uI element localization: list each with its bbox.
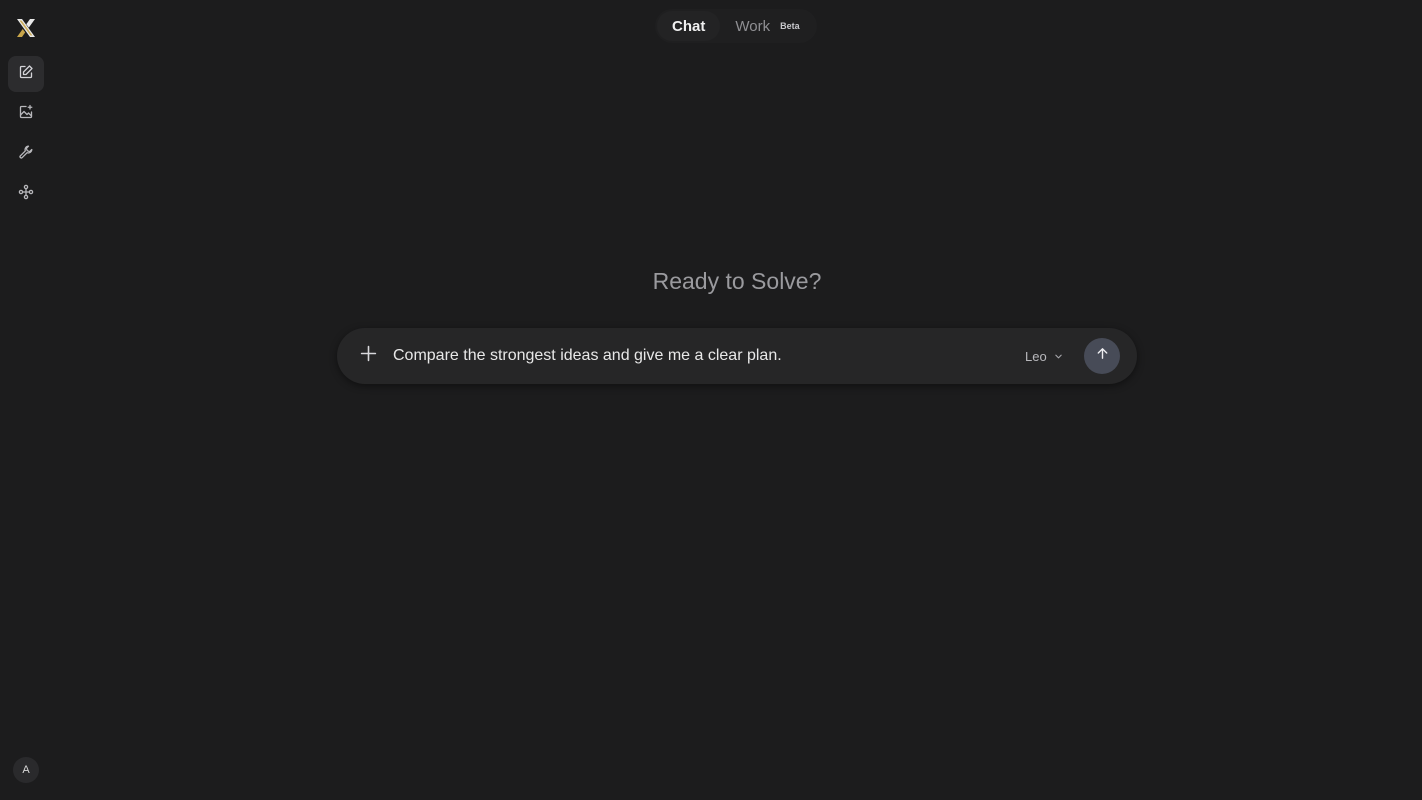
app-window: A Chat Work Beta Ready to Solve? Leo xyxy=(0,0,1422,800)
plus-icon xyxy=(360,345,377,367)
model-selector[interactable]: Leo xyxy=(1025,346,1063,366)
tab-work-label: Work xyxy=(735,17,771,35)
prompt-input[interactable] xyxy=(393,344,993,368)
sidebar: A xyxy=(0,0,52,800)
arrow-up-icon xyxy=(1095,346,1110,366)
x-logo-icon[interactable] xyxy=(14,16,38,40)
image-generation-button[interactable] xyxy=(8,96,44,132)
model-label: Leo xyxy=(1025,348,1047,364)
avatar[interactable]: A xyxy=(13,757,39,783)
chevron-down-icon xyxy=(1047,349,1063,364)
tab-work[interactable]: Work Beta xyxy=(720,11,814,41)
nodes-icon xyxy=(18,184,34,205)
connections-button[interactable] xyxy=(8,176,44,212)
mode-tabs: Chat Work Beta xyxy=(655,9,817,43)
page-title: Ready to Solve? xyxy=(652,268,822,294)
tools-button[interactable] xyxy=(8,136,44,172)
image-sparkle-icon xyxy=(18,104,34,125)
tab-chat-label: Chat xyxy=(672,17,706,35)
wrench-icon xyxy=(18,144,34,165)
tab-chat[interactable]: Chat xyxy=(657,11,721,41)
attach-button[interactable] xyxy=(355,343,381,369)
edit-icon xyxy=(18,64,34,85)
beta-badge: Beta xyxy=(780,21,800,31)
chat-composer: Leo xyxy=(337,328,1137,384)
send-button[interactable] xyxy=(1084,338,1120,374)
new-chat-button[interactable] xyxy=(8,56,44,92)
